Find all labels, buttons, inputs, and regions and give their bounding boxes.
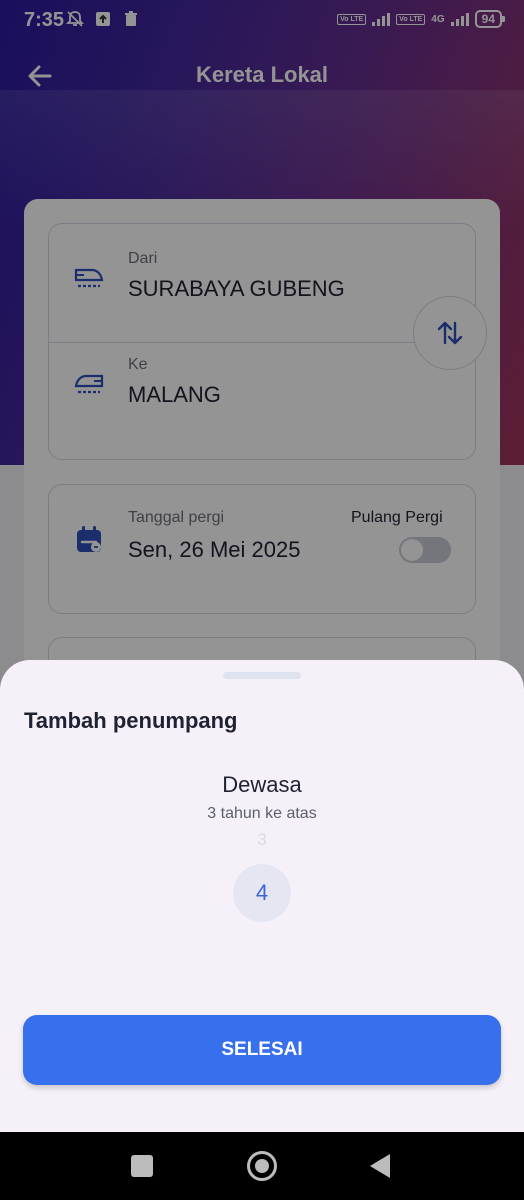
passenger-category-desc: 3 tahun ke atas: [207, 805, 317, 822]
sheet-drag-handle[interactable]: [223, 672, 301, 679]
system-nav-bar: [0, 1132, 524, 1200]
home-icon[interactable]: [247, 1151, 277, 1181]
back-triangle-icon[interactable]: [370, 1154, 390, 1178]
sheet-title: Tambah penumpang: [24, 708, 238, 733]
recents-icon[interactable]: [131, 1155, 153, 1177]
passenger-category-name: Dewasa: [222, 772, 302, 797]
passenger-bottom-sheet: Tambah penumpang Dewasa 3 tahun ke atas …: [0, 660, 524, 1132]
done-button[interactable]: SELESAI: [23, 1015, 501, 1085]
screen: 7:35 Vo LTE Vo LTE 4G 94 Kereta Lokal Da…: [0, 0, 524, 1200]
picker-option-selected[interactable]: 4: [233, 864, 291, 922]
picker-option-previous[interactable]: 3: [0, 830, 524, 850]
